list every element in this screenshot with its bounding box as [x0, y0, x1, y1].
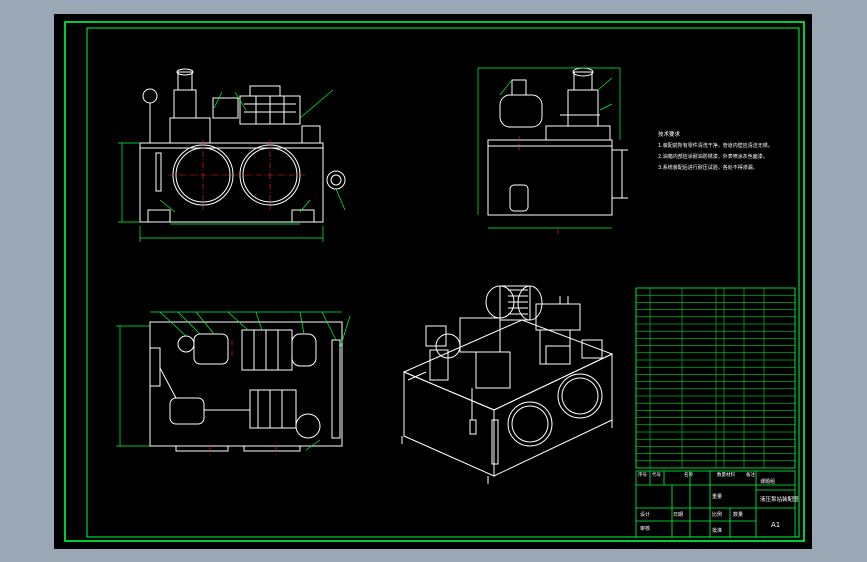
cad-viewport: 技术要求 1.装配前所有零件清洗干净，管道内壁应清洁无锈。 2.油箱内部应涂耐油…: [0, 0, 867, 562]
school-label: 课题组: [760, 478, 775, 485]
top-view-dimensions: [116, 311, 351, 451]
bom-header-cell: 备注: [746, 471, 755, 478]
date-label: 日期: [673, 512, 683, 518]
designer-label: 设计: [640, 511, 650, 518]
side-view-dimensions: [477, 67, 621, 229]
top-view: [149, 321, 343, 452]
bom-frame: [635, 287, 796, 469]
front-view-centerlines: [168, 140, 305, 210]
isometric-view: [401, 285, 614, 484]
notes-line-3: 3.系统装配后进行耐压试验，各处不得渗漏。: [658, 164, 758, 171]
weight-label: 重量: [712, 493, 722, 500]
checker-label: 审核: [640, 525, 650, 532]
side-view: [487, 67, 628, 216]
quantity-label: 数量: [733, 511, 743, 518]
bom-header-cell: 名称: [684, 471, 693, 478]
notes-line-2: 2.油箱内部应涂耐油防锈漆，外表喷涂灰色面漆。: [658, 153, 768, 160]
outer-border: [64, 21, 805, 542]
title-block-text: 液压泵站装配图 课题组 设计 审核 比例 数量 批准 日期 重量 A1: [640, 478, 799, 534]
notes-title: 技术要求: [658, 130, 681, 138]
bill-of-materials: 序号 代号 名称 数量 材料 备注: [635, 287, 796, 478]
bom-header-cell: 材料: [726, 471, 735, 478]
bom-header-cell: 代号: [652, 471, 661, 478]
bom-header-cell: 序号: [638, 471, 647, 478]
drawing-canvas: 技术要求 1.装配前所有零件清洗干净，管道内壁应清洁无锈。 2.油箱内部应涂耐油…: [64, 21, 805, 542]
drawing-title: 液压泵站装配图: [760, 495, 799, 503]
sheet-size-label: A1: [771, 521, 780, 529]
side-view-centerlines: [518, 136, 559, 236]
notes-line-1: 1.装配前所有零件清洗干净，管道内壁应清洁无锈。: [658, 142, 773, 149]
technical-notes: 技术要求 1.装配前所有零件清洗干净，管道内壁应清洁无锈。 2.油箱内部应涂耐油…: [658, 130, 773, 171]
approver-label: 批准: [712, 527, 722, 534]
front-view: [139, 68, 346, 223]
scale-label: 比例: [712, 511, 722, 518]
